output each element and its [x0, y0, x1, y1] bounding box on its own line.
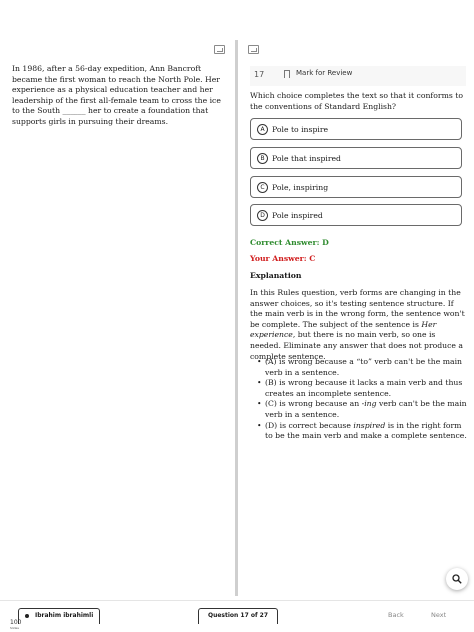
- magnifier-icon: [452, 574, 462, 584]
- choice-letter: D: [257, 210, 268, 221]
- choice-text: Pole inspired: [272, 211, 323, 220]
- passage-text: In 1986, after a 56-day expedition, Ann …: [12, 64, 221, 126]
- expand-pane-icon[interactable]: [248, 45, 259, 54]
- explanation-text: (D) is correct because: [265, 420, 354, 430]
- choice-d[interactable]: D Pole inspired: [250, 204, 462, 226]
- explanation-item-b: (B) is wrong because it lacks a main ver…: [257, 378, 467, 399]
- choice-letter: A: [257, 124, 268, 135]
- back-button[interactable]: Back: [388, 611, 404, 619]
- zoom-button[interactable]: [446, 568, 468, 590]
- explanation-item-d: (D) is correct because inspired is in th…: [257, 421, 467, 442]
- choice-letter: C: [257, 182, 268, 193]
- question-number: 17: [254, 70, 265, 79]
- zoom-level: 100: [10, 619, 22, 626]
- user-name-tab: Ibrahim ibrahimli: [18, 608, 100, 624]
- question-navigator-button[interactable]: Question 17 of 27: [198, 608, 278, 624]
- question-header: 17 Mark for Review: [250, 66, 466, 86]
- explanation-title: Explanation: [250, 271, 302, 280]
- choice-text: Pole that inspired: [272, 154, 341, 163]
- bookmark-icon[interactable]: [284, 70, 290, 78]
- choice-text: Pole, inspiring: [272, 183, 329, 192]
- explanation-emphasis: -ing: [361, 399, 377, 409]
- choice-b[interactable]: B Pole that inspired: [250, 147, 462, 169]
- user-name: Ibrahim ibrahimli: [35, 612, 94, 619]
- explanation-item-c: (C) is wrong because an -ing verb can't …: [257, 399, 467, 420]
- choice-letter: B: [257, 153, 268, 164]
- your-answer: Your Answer: C: [250, 254, 316, 263]
- explanation-body: In this Rules question, verb forms are c…: [250, 288, 468, 362]
- explanation-text: (C) is wrong because an: [265, 399, 362, 409]
- bottom-bar: Ibrahim ibrahimli Question 17 of 27 Back…: [0, 600, 474, 632]
- user-dot-icon: [25, 614, 29, 618]
- explanation-list: (A) is wrong because a “to” verb can't b…: [257, 357, 467, 442]
- next-button[interactable]: Next: [431, 611, 446, 619]
- explanation-item-a: (A) is wrong because a “to” verb can't b…: [257, 357, 467, 378]
- pane-divider[interactable]: [235, 40, 238, 596]
- correct-answer: Correct Answer: D: [250, 238, 329, 247]
- choice-a[interactable]: A Pole to inspire: [250, 118, 462, 140]
- choice-c[interactable]: C Pole, inspiring: [250, 176, 462, 198]
- choice-text: Pole to inspire: [272, 125, 329, 134]
- zoom-caption: Slides: [10, 626, 19, 630]
- explanation-emphasis: inspired: [353, 420, 386, 430]
- question-prompt: Which choice completes the text so that …: [250, 91, 463, 111]
- question-pane: 17 Mark for Review Which choice complete…: [240, 40, 474, 592]
- mark-for-review-button[interactable]: Mark for Review: [296, 69, 352, 77]
- passage-pane: In 1986, after a 56-day expedition, Ann …: [0, 40, 234, 592]
- expand-pane-icon[interactable]: [214, 45, 225, 54]
